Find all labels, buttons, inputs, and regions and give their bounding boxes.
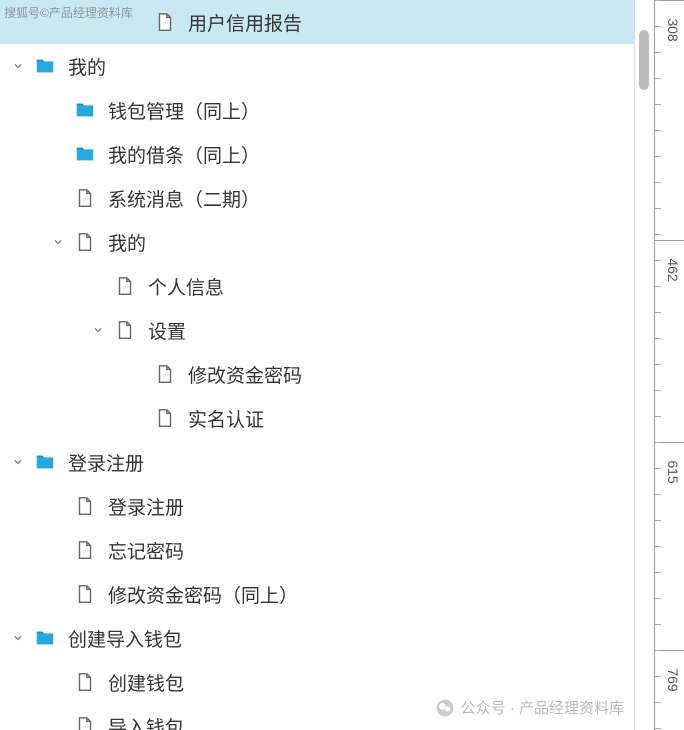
tree-item-label: 忘记密码 — [108, 537, 184, 564]
tree-item-label: 修改资金密码 — [188, 361, 302, 388]
watermark-text: 公众号 · 产品经理资料库 — [461, 697, 624, 718]
folder-icon — [74, 99, 96, 121]
tree-item-label: 实名认证 — [188, 405, 264, 432]
main-container: 用户信用报告我的钱包管理（同上）我的借条（同上）系统消息（二期）我的个人信息设置… — [0, 0, 684, 730]
chevron-down-icon[interactable] — [88, 320, 108, 340]
tree-row[interactable]: 修改资金密码 — [0, 352, 634, 396]
tree-item-label: 我的 — [108, 229, 146, 256]
page-icon — [114, 275, 136, 297]
ruler-label: 615 — [665, 460, 681, 483]
tree-item-label: 创建钱包 — [108, 669, 184, 696]
tree-row[interactable]: 修改资金密码（同上） — [0, 572, 634, 616]
folder-icon — [34, 451, 56, 473]
tree-item-label: 我的 — [68, 53, 106, 80]
tree-item-label: 钱包管理（同上） — [108, 97, 260, 124]
tree-item-label: 我的借条（同上） — [108, 141, 260, 168]
chevron-down-icon[interactable] — [8, 628, 28, 648]
tree-row[interactable]: 个人信息 — [0, 264, 634, 308]
scrollbar-thumb[interactable] — [639, 30, 649, 90]
chevron-down-icon[interactable] — [8, 56, 28, 76]
tree-row[interactable]: 我的 — [0, 220, 634, 264]
tree-row[interactable]: 登录注册 — [0, 440, 634, 484]
page-icon — [154, 11, 176, 33]
ruler: 308 462 615 769 — [654, 0, 684, 730]
page-icon — [154, 407, 176, 429]
watermark-bottom-right: 公众号 · 产品经理资料库 — [435, 697, 624, 718]
ruler-label: 308 — [665, 18, 681, 41]
page-icon — [74, 495, 96, 517]
ruler-label: 769 — [665, 668, 681, 691]
tree-item-label: 登录注册 — [68, 449, 144, 476]
ruler-label: 462 — [665, 258, 681, 281]
tree-item-label: 用户信用报告 — [188, 9, 302, 36]
folder-icon — [34, 55, 56, 77]
page-icon — [154, 363, 176, 385]
tree-row[interactable]: 登录注册 — [0, 484, 634, 528]
tree-row[interactable]: 实名认证 — [0, 396, 634, 440]
page-icon — [74, 187, 96, 209]
folder-icon — [74, 143, 96, 165]
page-icon — [114, 319, 136, 341]
tree-item-label: 系统消息（二期） — [108, 185, 260, 212]
tree-panel: 用户信用报告我的钱包管理（同上）我的借条（同上）系统消息（二期）我的个人信息设置… — [0, 0, 634, 730]
tree-item-label: 导入钱包 — [108, 713, 184, 730]
tree-item-label: 设置 — [148, 317, 186, 344]
chevron-down-icon[interactable] — [48, 232, 68, 252]
tree-row[interactable]: 我的借条（同上） — [0, 132, 634, 176]
tree-row[interactable]: 创建导入钱包 — [0, 616, 634, 660]
page-icon — [74, 231, 96, 253]
page-icon — [74, 539, 96, 561]
tree-item-label: 个人信息 — [148, 273, 224, 300]
page-icon — [74, 715, 96, 730]
scrollbar[interactable] — [634, 0, 654, 730]
page-icon — [74, 583, 96, 605]
tree-row[interactable]: 我的 — [0, 44, 634, 88]
page-icon — [74, 671, 96, 693]
tree-row[interactable]: 设置 — [0, 308, 634, 352]
watermark-top-left: 搜狐号©产品经理资料库 — [4, 4, 133, 21]
tree-item-label: 修改资金密码（同上） — [108, 581, 298, 608]
tree-item-label: 登录注册 — [108, 493, 184, 520]
tree-row[interactable]: 系统消息（二期） — [0, 176, 634, 220]
tree-item-label: 创建导入钱包 — [68, 625, 182, 652]
chevron-down-icon[interactable] — [8, 452, 28, 472]
ruler-tick — [655, 240, 684, 241]
folder-icon — [34, 627, 56, 649]
tree-row[interactable]: 钱包管理（同上） — [0, 88, 634, 132]
wechat-icon — [435, 698, 455, 718]
tree-row[interactable]: 忘记密码 — [0, 528, 634, 572]
